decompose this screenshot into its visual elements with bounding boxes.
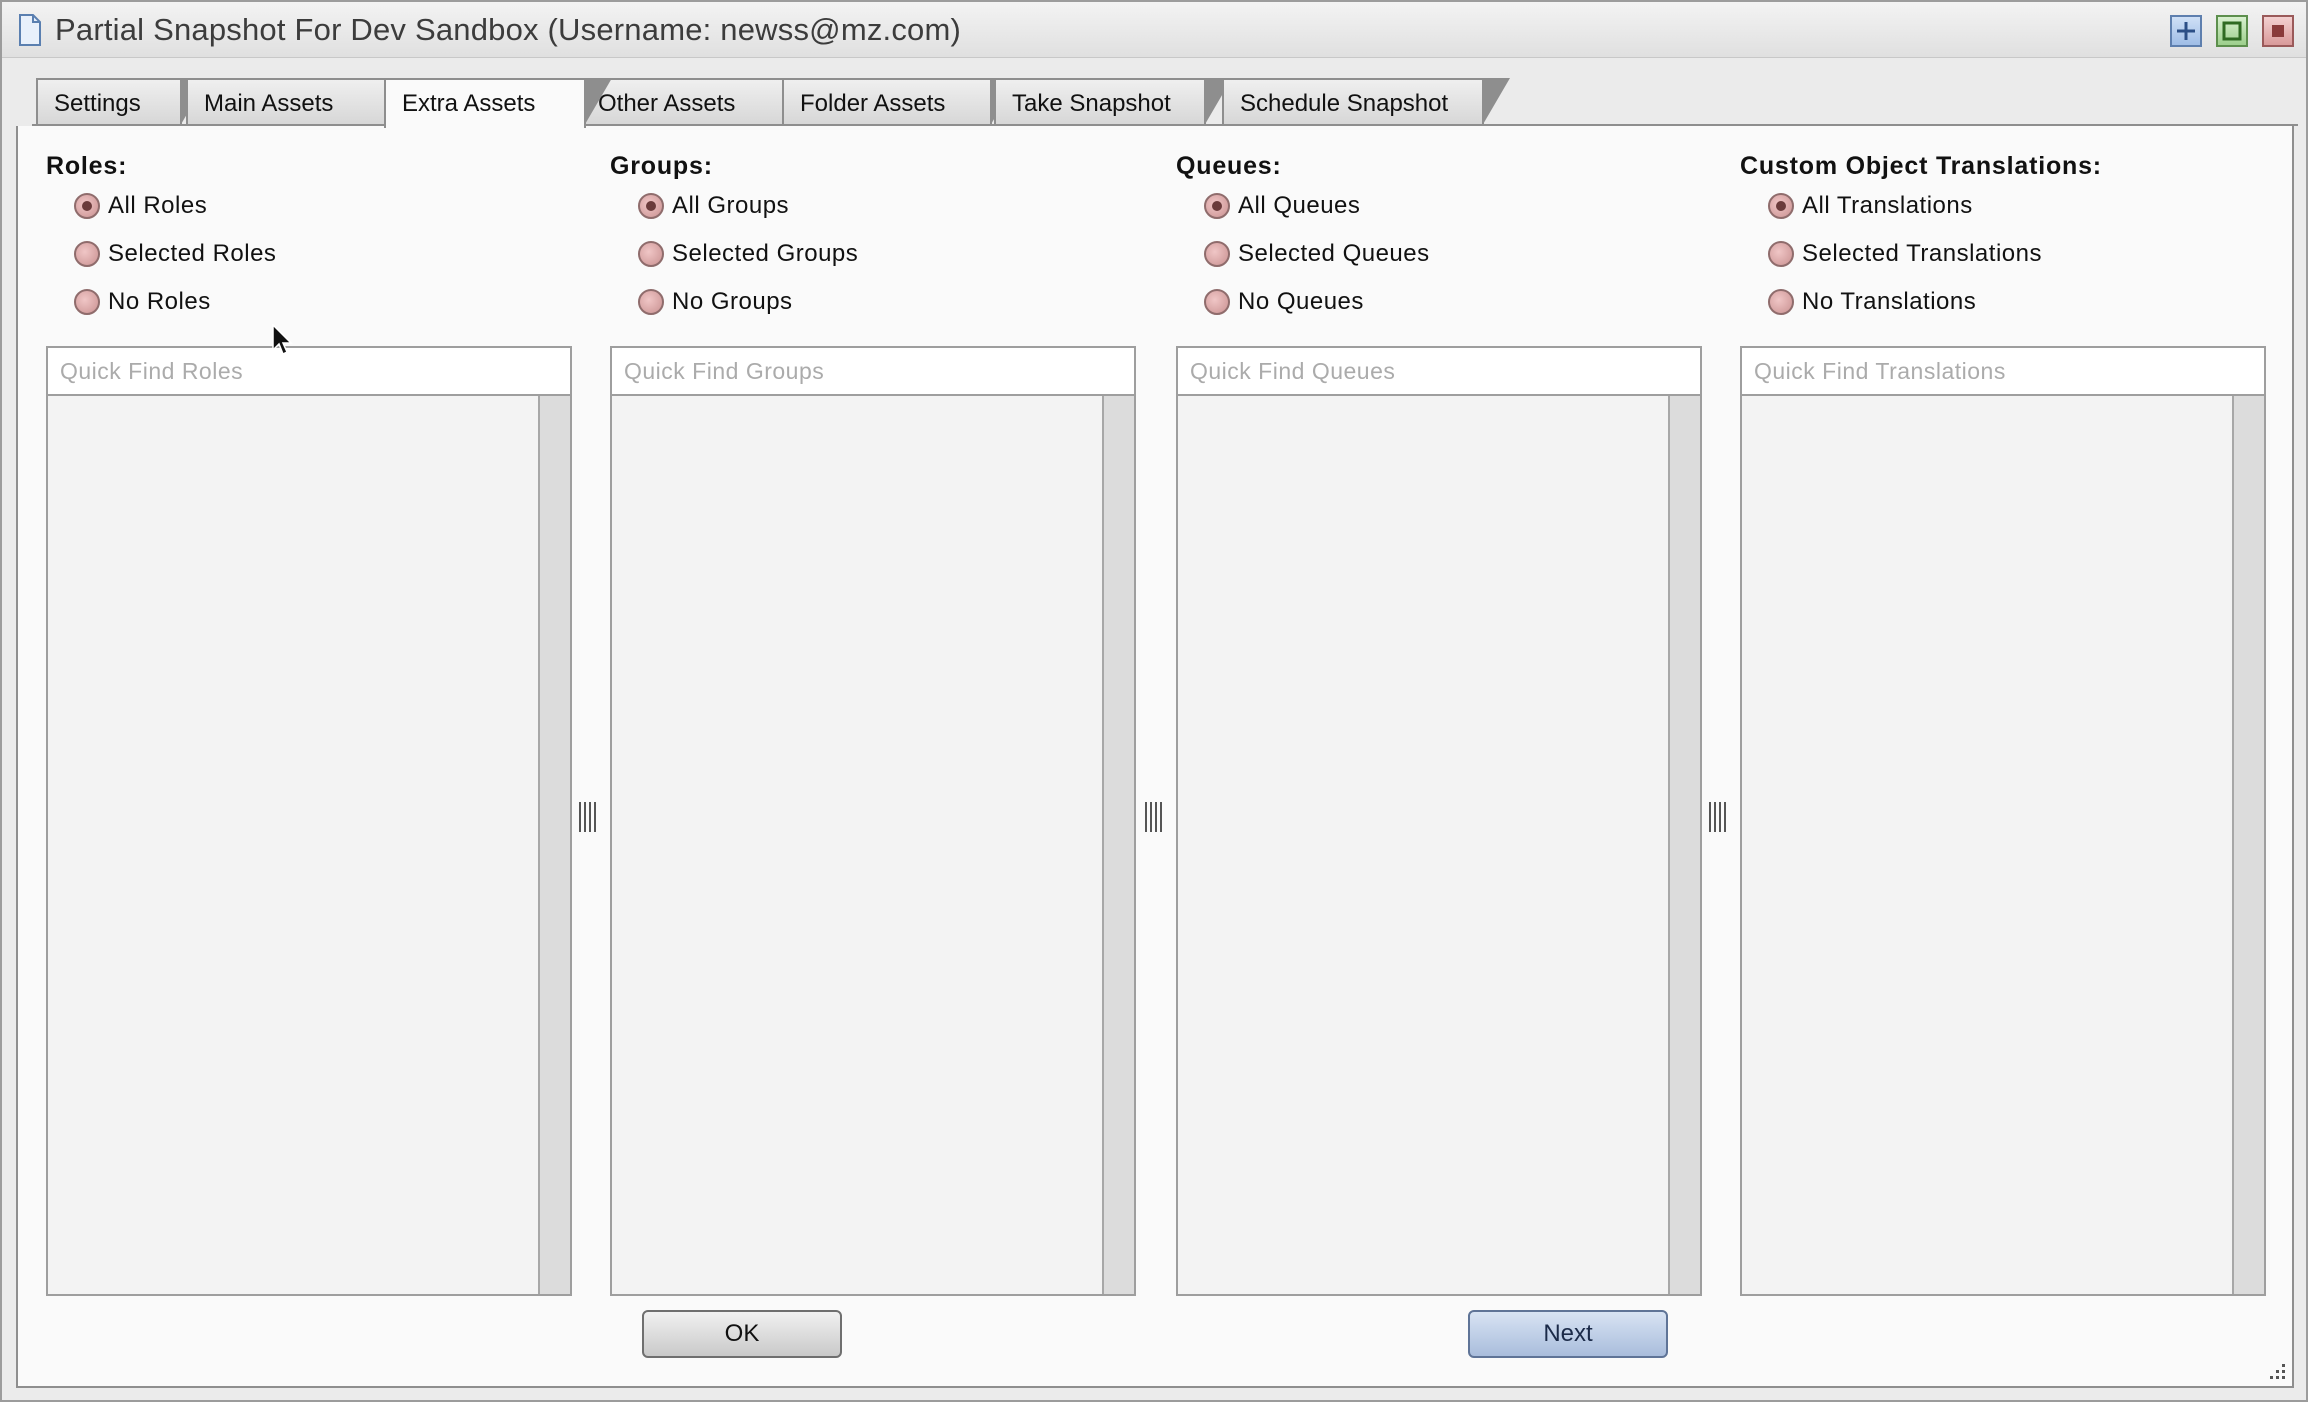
roles-scrollbar[interactable] [538,396,570,1294]
radio-selected-roles[interactable]: Selected Roles [74,236,276,272]
tab-main-assets[interactable]: Main Assets [186,78,420,126]
radio-all-translations[interactable]: All Translations [1768,188,1973,224]
radio-no-groups[interactable]: No Groups [638,284,793,320]
radio-no-roles[interactable]: No Roles [74,284,211,320]
radio-selected-dot [646,201,656,211]
maximize-icon[interactable] [2216,15,2248,47]
radio-label: All Roles [108,192,208,219]
radio-button[interactable] [1204,289,1230,315]
ok-button[interactable]: OK [642,1310,842,1358]
groups-column: Groups: All Groups Selected Groups No Gr… [610,152,1136,1308]
tab-take-snapshot[interactable]: Take Snapshot [994,78,1232,126]
radio-label: Selected Queues [1238,240,1430,267]
radio-no-queues[interactable]: No Queues [1204,284,1364,320]
groups-search-input[interactable] [610,346,1136,396]
queues-list[interactable] [1176,394,1702,1296]
radio-button[interactable] [1768,193,1794,219]
groups-scrollbar[interactable] [1102,396,1134,1294]
app-window: Partial Snapshot For Dev Sandbox (Userna… [0,0,2308,1402]
tab-extra-assets[interactable]: Extra Assets [384,78,612,128]
title-bar[interactable]: Partial Snapshot For Dev Sandbox (Userna… [2,2,2306,58]
radio-label: All Translations [1802,192,1973,219]
radio-button[interactable] [638,241,664,267]
document-icon [19,14,41,46]
column-splitter[interactable] [1706,802,1728,832]
radio-button[interactable] [1204,193,1230,219]
radio-button[interactable] [74,193,100,219]
radio-button[interactable] [638,289,664,315]
radio-button[interactable] [74,241,100,267]
translations-heading: Custom Object Translations: [1740,152,2102,180]
translations-list[interactable] [1740,394,2266,1296]
queues-search-input[interactable] [1176,346,1702,396]
radio-label: Selected Groups [672,240,859,267]
next-button[interactable]: Next [1468,1310,1668,1358]
window-title: Partial Snapshot For Dev Sandbox (Userna… [55,12,962,47]
radio-all-roles[interactable]: All Roles [74,188,207,224]
close-icon[interactable] [2262,15,2294,47]
resize-grip-icon[interactable] [2268,1362,2286,1380]
radio-label: No Queues [1238,288,1364,315]
groups-heading: Groups: [610,152,713,180]
radio-button[interactable] [74,289,100,315]
tab-settings[interactable]: Settings [36,78,208,126]
queues-scrollbar[interactable] [1668,396,1700,1294]
extra-assets-panel: Roles: All Roles Selected Roles No Roles… [16,126,2294,1388]
groups-list[interactable] [610,394,1136,1296]
queues-heading: Queues: [1176,152,1282,180]
radio-label: Selected Translations [1802,240,2042,267]
column-splitter[interactable] [576,802,598,832]
radio-selected-dot [82,201,92,211]
plus-icon[interactable] [2170,15,2202,47]
translations-search-input[interactable] [1740,346,2266,396]
radio-label: All Groups [672,192,790,219]
roles-search-input[interactable] [46,346,572,396]
radio-selected-dot [1776,201,1786,211]
radio-button[interactable] [638,193,664,219]
roles-list[interactable] [46,394,572,1296]
roles-heading: Roles: [46,152,128,180]
radio-selected-dot [1212,201,1222,211]
radio-button[interactable] [1768,241,1794,267]
mouse-pointer-icon [272,324,293,356]
radio-label: No Roles [108,288,211,315]
radio-label: Selected Roles [108,240,277,267]
tab-schedule-snapshot[interactable]: Schedule Snapshot [1222,78,1510,126]
tab-strip: Settings Main Assets Extra Assets Other … [36,78,2276,128]
radio-label: No Groups [672,288,793,315]
radio-no-translations[interactable]: No Translations [1768,284,1976,320]
translations-column: Custom Object Translations: All Translat… [1740,152,2266,1308]
radio-all-queues[interactable]: All Queues [1204,188,1360,224]
roles-column: Roles: All Roles Selected Roles No Roles [46,152,572,1308]
column-splitter[interactable] [1142,802,1164,832]
radio-selected-translations[interactable]: Selected Translations [1768,236,2042,272]
radio-button[interactable] [1768,289,1794,315]
queues-column: Queues: All Queues Selected Queues No Qu… [1176,152,1702,1308]
tab-folder-assets[interactable]: Folder Assets [782,78,1018,126]
radio-selected-queues[interactable]: Selected Queues [1204,236,1430,272]
translations-scrollbar[interactable] [2232,396,2264,1294]
radio-selected-groups[interactable]: Selected Groups [638,236,858,272]
radio-label: All Queues [1238,192,1361,219]
radio-all-groups[interactable]: All Groups [638,188,789,224]
radio-button[interactable] [1204,241,1230,267]
radio-label: No Translations [1802,288,1977,315]
